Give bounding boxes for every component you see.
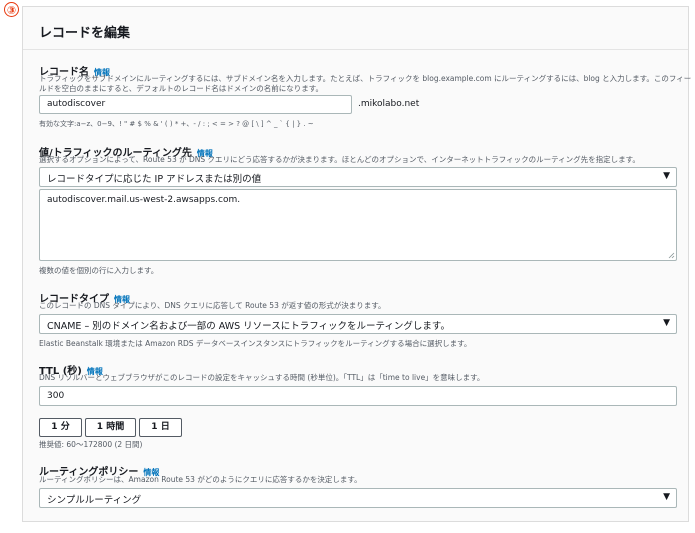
ttl-recommended-hint: 推奨値: 60〜172800 (2 日間): [39, 440, 143, 449]
routing-policy-description: ルーティングポリシーは、Amazon Route 53 がどのようにクエリに応答…: [39, 475, 362, 484]
ttl-input[interactable]: 300: [39, 386, 677, 406]
caret-down-icon: ▼: [663, 171, 670, 181]
record-type-selected: CNAME – 別のドメイン名および一部の AWS リソースにトラフィックをルー…: [47, 321, 450, 332]
edit-record-panel: レコードを編集 レコード名 情報 トラフィックをサブドメインにルーティングするには…: [22, 6, 692, 522]
caret-down-icon: ▼: [663, 492, 670, 502]
record-type-hint: Elastic Beanstalk 環境または Amazon RDS データベー…: [39, 339, 472, 348]
record-name-description-2: ルドを空白のままにすると、デフォルトのレコード名はドメインの名前になります。: [39, 84, 324, 93]
ttl-1-hour-button[interactable]: 1 時間: [85, 418, 136, 437]
record-name-input[interactable]: autodiscover: [39, 95, 352, 114]
record-name-description-1: トラフィックをサブドメインにルーティングするには、サブドメイン名を入力します。た…: [39, 74, 692, 83]
record-value-text: autodiscover.mail.us-west-2.awsapps.com.: [47, 195, 241, 205]
route-value-select[interactable]: レコードタイプに応じた IP アドレスまたは別の値 ▼: [39, 167, 677, 187]
caret-down-icon: ▼: [663, 318, 670, 328]
resize-grip-icon[interactable]: [668, 252, 675, 259]
ttl-1-minute-button[interactable]: 1 分: [39, 418, 82, 437]
domain-suffix: .mikolabo.net: [358, 99, 420, 109]
allowed-characters-hint: 有効な文字:a−z、0−9、! " # $ % & ' ( ) * +、- / …: [39, 120, 314, 128]
panel-title: レコードを編集: [39, 26, 131, 41]
multiple-values-hint: 複数の値を個別の行に入力します。: [39, 266, 159, 275]
record-type-select[interactable]: CNAME – 別のドメイン名および一部の AWS リソースにトラフィックをルー…: [39, 314, 677, 334]
routing-policy-select[interactable]: シンプルルーティング ▼: [39, 488, 677, 508]
record-type-description: このレコードの DNS タイプにより、DNS クエリに応答して Route 53…: [39, 301, 386, 310]
ttl-description: DNS リゾルバーとウェブブラウザがこのレコードの設定をキャッシュする時間 (秒…: [39, 373, 485, 382]
ttl-1-day-button[interactable]: 1 日: [139, 418, 182, 437]
panel-header: レコードを編集: [23, 7, 688, 50]
record-value-textarea[interactable]: autodiscover.mail.us-west-2.awsapps.com.: [39, 189, 677, 261]
routing-policy-selected: シンプルルーティング: [47, 495, 142, 506]
route-value-description: 選択するオプションによって、Route 53 が DNS クエリにどう応答するか…: [39, 155, 640, 164]
step-number-badge: ③: [4, 2, 19, 17]
route-value-selected: レコードタイプに応じた IP アドレスまたは別の値: [47, 174, 262, 185]
